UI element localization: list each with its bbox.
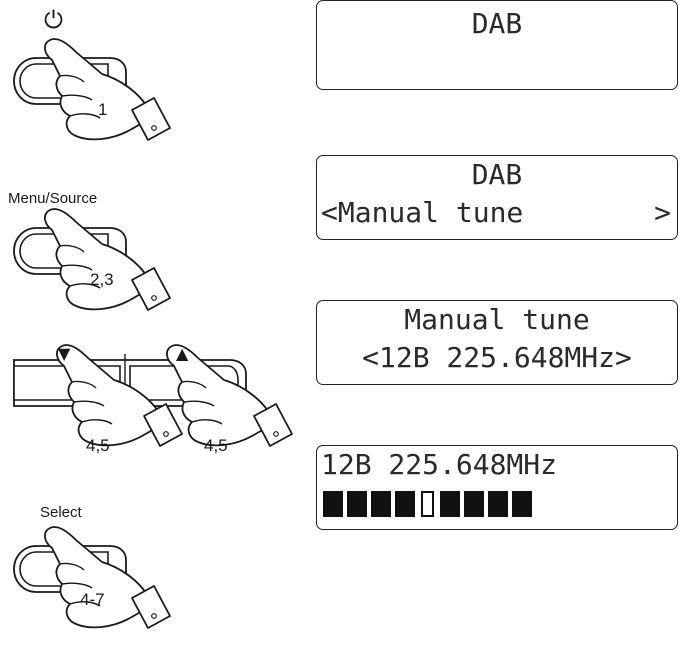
signal-segment	[347, 491, 367, 517]
manual-tune-instructions: ⏻ 1 Menu/Source 2,3 ▼ ▲ 4,5 4,5 Select 4…	[0, 0, 682, 657]
power-step-number: 1	[98, 100, 108, 119]
lcd4-line1: 12B 225.648MHz	[321, 448, 558, 481]
signal-segment	[395, 491, 415, 517]
signal-minimum-marker	[421, 491, 434, 517]
button-illustrations	[13, 38, 293, 629]
down-step-number: 4,5	[86, 436, 110, 455]
down-arrow-icon: ▼	[58, 344, 71, 363]
lcd-display-4: 12B 225.648MHz	[316, 445, 678, 530]
lcd3-line2: <12B 225.648MHz>	[362, 341, 632, 374]
signal-segment	[440, 491, 460, 517]
power-icon: ⏻	[44, 6, 63, 34]
menu-step-number: 2,3	[90, 270, 114, 289]
menu-source-label: Menu/Source	[8, 190, 98, 207]
select-label: Select	[40, 504, 82, 521]
up-arrow-icon: ▲	[176, 344, 189, 363]
lcd-display-3: Manual tune <12B 225.648MHz>	[316, 300, 678, 385]
signal-segment	[323, 491, 343, 517]
menu-source-button[interactable]	[13, 208, 171, 311]
lcd-display-1: DAB	[316, 0, 678, 90]
signal-segment	[464, 491, 484, 517]
signal-segment	[488, 491, 508, 517]
select-step-number: 4-7	[80, 590, 105, 609]
lcd-display-2: DAB <Manual tune >	[316, 155, 678, 240]
signal-segment	[371, 491, 391, 517]
lcd1-line1: DAB	[471, 7, 523, 40]
select-button[interactable]	[13, 526, 171, 629]
signal-strength-bar	[323, 491, 532, 517]
up-step-number: 4,5	[204, 436, 228, 455]
power-button[interactable]	[13, 38, 171, 141]
lcd3-line1: Manual tune	[404, 303, 590, 336]
lcd2-line2-right: >	[654, 196, 671, 229]
signal-segment	[512, 491, 532, 517]
lcd2-line1: DAB	[471, 158, 523, 191]
